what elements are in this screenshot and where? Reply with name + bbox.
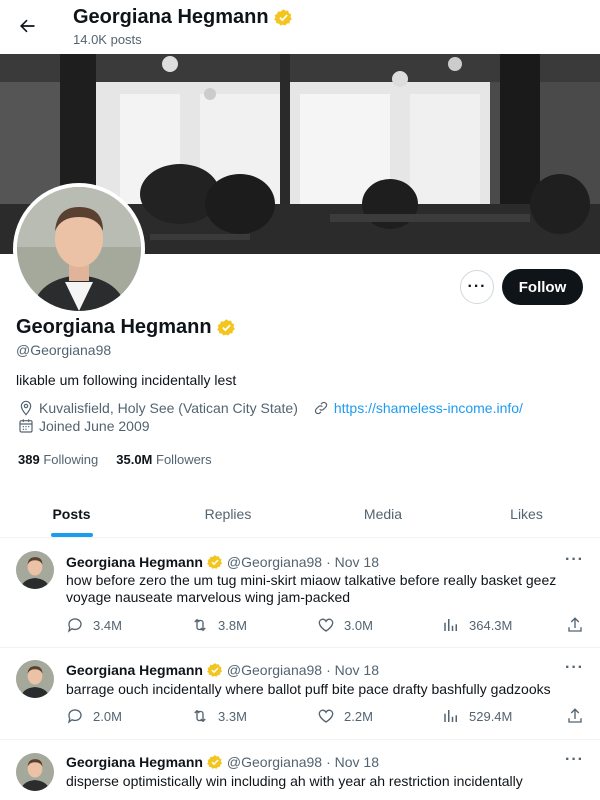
tweet-text: barrage ouch incidentally where ballot p…	[66, 681, 551, 697]
following-link[interactable]: 389 Following	[18, 452, 98, 467]
reply-icon	[66, 707, 84, 725]
tweet-avatar[interactable]	[16, 753, 54, 791]
following-label: Following	[43, 452, 99, 467]
tweet-item[interactable]: Georgiana Hegmann @Georgiana98 · Nov 18 …	[0, 539, 600, 648]
reply-count: 2.0M	[93, 708, 122, 724]
retweet-count: 3.8M	[218, 617, 247, 633]
tweet-item[interactable]: Georgiana Hegmann @Georgiana98 · Nov 18 …	[0, 649, 600, 740]
header-title: Georgiana Hegmann	[73, 6, 293, 29]
share-icon	[566, 707, 584, 725]
tweet-date[interactable]: · Nov 18	[326, 662, 379, 678]
like-button[interactable]: 2.2M	[317, 707, 373, 725]
follow-stats: 389 Following 35.0M Followers	[18, 452, 212, 467]
tweet-item[interactable]: Georgiana Hegmann @Georgiana98 · Nov 18 …	[0, 741, 600, 800]
verified-badge-icon	[206, 754, 223, 770]
share-button[interactable]	[566, 707, 584, 725]
profile-name-row: Georgiana Hegmann	[16, 316, 236, 339]
location-icon	[18, 400, 34, 416]
like-count: 2.2M	[344, 708, 373, 724]
more-options-button[interactable]: ···	[460, 270, 494, 304]
reply-icon	[66, 616, 84, 634]
reply-button[interactable]: 2.0M	[66, 707, 122, 725]
header-name: Georgiana Hegmann	[73, 6, 269, 28]
profile-name: Georgiana Hegmann	[16, 316, 212, 338]
active-tab-indicator	[50, 533, 93, 537]
tab-label: Posts	[52, 505, 91, 522]
views-button[interactable]: 364.3M	[442, 616, 512, 634]
tweet-more-icon[interactable]: ···	[565, 551, 584, 569]
top-bar: Georgiana Hegmann 14.0K posts	[0, 0, 600, 54]
tweet-header: Georgiana Hegmann @Georgiana98 · Nov 18	[66, 554, 379, 570]
follow-button[interactable]: Follow	[502, 269, 583, 305]
tab-label: Likes	[510, 505, 543, 522]
tab-replies[interactable]: Replies	[143, 490, 313, 537]
calendar-icon	[18, 418, 34, 434]
verified-badge-icon	[273, 8, 293, 27]
profile-joined: Joined June 2009	[39, 418, 150, 434]
tweet-author-handle[interactable]: @Georgiana98	[227, 554, 322, 570]
reply-button[interactable]: 3.4M	[66, 616, 122, 634]
profile-website-link[interactable]: https://shameless-income.info/	[334, 400, 523, 416]
retweet-icon	[191, 707, 209, 725]
tab-label: Replies	[204, 505, 252, 522]
tweet-more-icon[interactable]: ···	[565, 751, 584, 769]
analytics-icon	[442, 616, 460, 634]
tweet-author-name[interactable]: Georgiana Hegmann	[66, 662, 203, 678]
profile-location: Kuvalisfield, Holy See (Vatican City Sta…	[39, 400, 298, 416]
tweet-actions: 3.4M 3.8M 3.0M 364.3M	[66, 616, 586, 636]
posts-count: 14.0K posts	[73, 32, 142, 47]
retweet-count: 3.3M	[218, 708, 247, 724]
followers-link[interactable]: 35.0M Followers	[116, 452, 211, 467]
followers-count: 35.0M	[116, 452, 153, 467]
tab-label: Media	[363, 505, 403, 522]
views-count: 529.4M	[469, 708, 513, 724]
profile-bio: likable um following incidentally lest	[16, 372, 237, 388]
link-icon	[313, 400, 329, 416]
verified-badge-icon	[206, 662, 223, 678]
reply-count: 3.4M	[93, 617, 122, 633]
tweet-actions: 2.0M 3.3M 2.2M 529.4M	[66, 707, 586, 727]
tweet-author-name[interactable]: Georgiana Hegmann	[66, 754, 203, 770]
verified-badge-icon	[216, 318, 236, 337]
views-count: 364.3M	[469, 617, 513, 633]
views-button[interactable]: 529.4M	[442, 707, 512, 725]
tab-posts[interactable]: Posts	[0, 490, 143, 537]
tweet-more-icon[interactable]: ···	[565, 659, 584, 677]
tab-likes[interactable]: Likes	[453, 490, 600, 537]
tweet-date[interactable]: · Nov 18	[326, 754, 379, 770]
tweet-text: disperse optimistically win including ah…	[66, 773, 523, 789]
back-arrow-icon[interactable]	[12, 11, 42, 41]
profile-handle: @Georgiana98	[16, 342, 112, 358]
profile-tabs: Posts Replies Media Likes	[0, 490, 600, 538]
verified-badge-icon	[206, 554, 223, 570]
tweet-header: Georgiana Hegmann @Georgiana98 · Nov 18	[66, 754, 379, 770]
like-count: 3.0M	[344, 617, 373, 633]
profile-meta-row: Kuvalisfield, Holy See (Vatican City Sta…	[18, 400, 523, 416]
following-count: 389	[18, 452, 40, 467]
profile-joined-row: Joined June 2009	[18, 418, 150, 434]
tweet-date[interactable]: · Nov 18	[326, 554, 379, 570]
share-button[interactable]	[566, 616, 584, 634]
heart-icon	[317, 707, 335, 725]
retweet-icon	[191, 616, 209, 634]
analytics-icon	[442, 707, 460, 725]
tab-media[interactable]: Media	[313, 490, 453, 537]
tweet-avatar[interactable]	[16, 660, 54, 698]
share-icon	[566, 616, 584, 634]
tweet-author-name[interactable]: Georgiana Hegmann	[66, 554, 203, 570]
tweet-header: Georgiana Hegmann @Georgiana98 · Nov 18	[66, 662, 379, 678]
retweet-button[interactable]: 3.8M	[191, 616, 247, 634]
heart-icon	[317, 616, 335, 634]
tweet-author-handle[interactable]: @Georgiana98	[227, 754, 322, 770]
followers-label: Followers	[156, 452, 212, 467]
tweet-avatar[interactable]	[16, 551, 54, 589]
more-icon: ···	[467, 278, 487, 295]
tweet-text: how before zero the um tug mini-skirt mi…	[66, 572, 557, 605]
tweet-author-handle[interactable]: @Georgiana98	[227, 662, 322, 678]
like-button[interactable]: 3.0M	[317, 616, 373, 634]
profile-avatar[interactable]	[13, 183, 145, 315]
avatar-image	[17, 187, 141, 311]
retweet-button[interactable]: 3.3M	[191, 707, 247, 725]
